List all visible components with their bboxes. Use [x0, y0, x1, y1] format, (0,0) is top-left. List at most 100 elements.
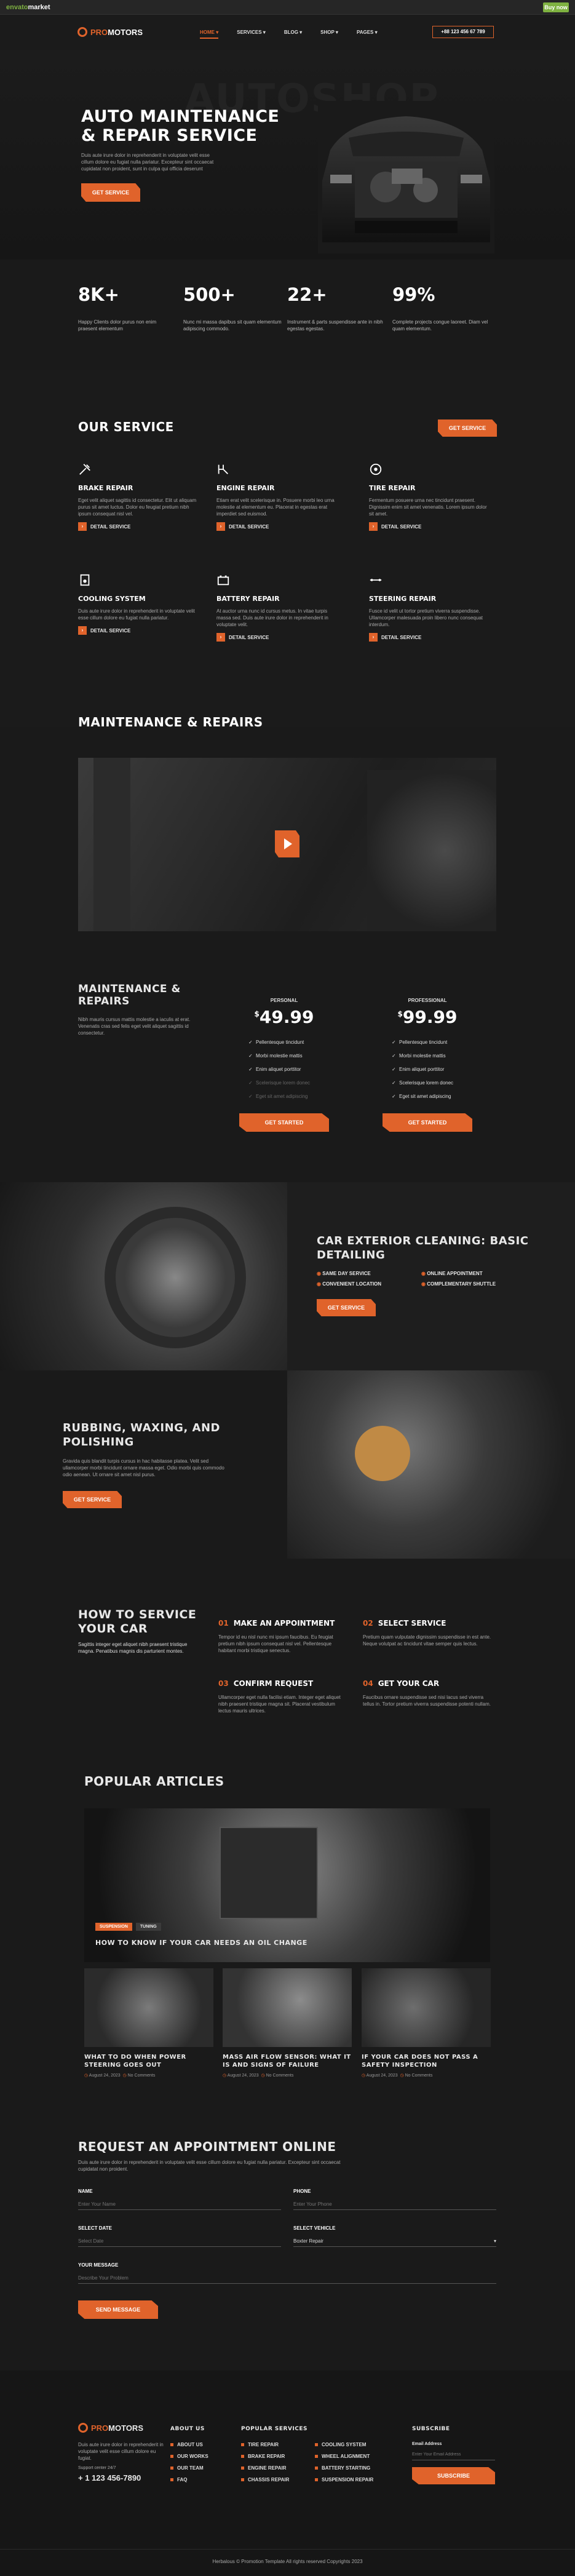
detail-service-link[interactable]: › DETAIL SERVICE: [78, 522, 201, 531]
footer-link[interactable]: SUSPENSION REPAIR: [315, 2477, 373, 2483]
logo-text-a: PRO: [90, 27, 108, 37]
date-input[interactable]: [78, 2236, 281, 2247]
service-title: TIRE REPAIR: [369, 484, 416, 492]
footer-link[interactable]: BRAKE REPAIR: [241, 2454, 289, 2459]
polisher-pad-shape: [355, 1426, 410, 1481]
feature-label: Morbi molestie mattis: [399, 1053, 446, 1059]
stat-text: Instrument & parts suspendisse ante in n…: [287, 319, 383, 332]
footer-link[interactable]: WHEEL ALIGNMENT: [315, 2454, 373, 2459]
detail-service-label: DETAIL SERVICE: [381, 634, 422, 640]
check-icon: ✓: [392, 1094, 396, 1099]
exterior-list-item: ◉ ONLINE APPOINTMENT: [421, 1271, 526, 1276]
stat-text: Nunc mi massa dapibus sit quam elementum…: [183, 319, 282, 332]
stat-item: 99% Complete projects congue laoreet. Dia…: [392, 284, 491, 332]
personal-get-started-button[interactable]: GET STARTED: [239, 1113, 329, 1132]
appointment-text: Duis aute irure dolor in reprehenderit i…: [78, 2160, 341, 2172]
exterior-get-service-button[interactable]: GET SERVICE: [317, 1299, 376, 1316]
arrow-icon: ›: [369, 633, 378, 642]
logo-ring-icon: [77, 27, 87, 37]
footer-link[interactable]: TIRE REPAIR: [241, 2442, 289, 2447]
send-message-button[interactable]: SEND MESSAGE: [78, 2300, 158, 2319]
service-card: BATTERY REPAIR At auctor urna nunc id cu…: [216, 573, 339, 642]
tag-badge[interactable]: SUSPENSION: [95, 1923, 132, 1931]
detail-service-link[interactable]: › DETAIL SERVICE: [78, 626, 201, 635]
phone-button[interactable]: +88 123 456 67 789: [432, 26, 494, 38]
tag-badge[interactable]: TUNING: [135, 1923, 161, 1931]
rubbing-get-service-button[interactable]: GET SERVICE: [63, 1491, 122, 1508]
article-title[interactable]: WHAT TO DO WHEN POWER STEERING GOES OUT: [84, 2053, 213, 2069]
video-thumbnail[interactable]: [78, 758, 496, 931]
footer-logo[interactable]: PRO MOTORS: [78, 2423, 143, 2433]
article-title[interactable]: IF YOUR CAR DOES NOT PASS A SAFETY INSPE…: [362, 2053, 491, 2069]
footer-phone[interactable]: + 1 123 456-7890: [78, 2473, 141, 2483]
exterior-title: CAR EXTERIOR CLEANING: BASIC DETAILING: [317, 1234, 529, 1262]
logo-text-b: MOTORS: [108, 27, 143, 37]
service-title: ENGINE REPAIR: [216, 484, 275, 492]
footer-link[interactable]: OUR TEAM: [170, 2465, 208, 2471]
article-image[interactable]: [223, 1968, 352, 2047]
hero-car-image: [318, 101, 494, 253]
footer-link[interactable]: ENGINE REPAIR: [241, 2465, 289, 2471]
rubbing-section: RUBBING, WAXING, AND POLISHING Gravida q…: [0, 1370, 575, 1559]
appointment-title: REQUEST AN APPOINTMENT ONLINE: [78, 2139, 336, 2154]
article-image[interactable]: [362, 1968, 491, 2047]
exterior-section: CAR EXTERIOR CLEANING: BASIC DETAILING ◉…: [0, 1182, 575, 1370]
footer: PRO MOTORS Duis aute irure dolor in repre…: [0, 2371, 575, 2576]
detail-service-link[interactable]: › DETAIL SERVICE: [216, 633, 339, 642]
step-number: 04: [363, 1679, 373, 1688]
detail-service-link[interactable]: › DETAIL SERVICE: [369, 633, 492, 642]
footer-link[interactable]: BATTERY STARTING: [315, 2465, 373, 2471]
services-get-service-button[interactable]: GET SERVICE: [438, 419, 497, 437]
footer-link[interactable]: OUR WORKS: [170, 2454, 208, 2459]
vehicle-value: Boxter Repair: [293, 2238, 323, 2244]
footer-link[interactable]: ABOUT US: [170, 2442, 208, 2447]
subscribe-email-input[interactable]: [412, 2449, 495, 2460]
article-title[interactable]: MASS AIR FLOW SENSOR: WHAT IT IS AND SIG…: [223, 2053, 352, 2069]
arrow-icon: ›: [216, 633, 225, 642]
detail-service-label: DETAIL SERVICE: [229, 634, 269, 640]
footer-link[interactable]: CHASSIS REPAIR: [241, 2477, 289, 2483]
nav-item-blog[interactable]: BLOG ▾: [284, 30, 302, 35]
nav-item-home[interactable]: HOME ▾: [200, 30, 219, 39]
nav-item-pages[interactable]: PAGES ▾: [357, 30, 378, 35]
hero-get-service-button[interactable]: GET SERVICE: [81, 183, 140, 202]
site-logo[interactable]: PRO MOTORS: [77, 27, 143, 37]
tire-icon: [370, 463, 382, 475]
phone-input[interactable]: [293, 2199, 496, 2210]
featured-article-title[interactable]: HOW TO KNOW IF YOUR CAR NEEDS AN OIL CHA…: [95, 1939, 307, 1947]
subscribe-button[interactable]: SUBSCRIBE: [412, 2467, 495, 2484]
detail-service-link[interactable]: › DETAIL SERVICE: [216, 522, 339, 531]
featured-article-card[interactable]: SUSPENSION TUNING HOW TO KNOW IF YOUR CA…: [84, 1808, 490, 1962]
vehicle-select[interactable]: Boxter Repair ▾: [293, 2236, 496, 2247]
plan-feature: ✓ Eget sit amet adipiscing: [392, 1090, 477, 1103]
comment-icon: ◷: [400, 2073, 405, 2078]
footer-services-links-b: COOLING SYSTEM WHEEL ALIGNMENT BATTERY S…: [315, 2442, 373, 2489]
name-label: NAME: [78, 2188, 93, 2194]
footer-link[interactable]: COOLING SYSTEM: [315, 2442, 373, 2447]
feature-label: Scelerisque lorem donec: [256, 1080, 311, 1086]
footer-link[interactable]: FAQ: [170, 2477, 208, 2483]
article-image[interactable]: [84, 1968, 213, 2047]
service-title: COOLING SYSTEM: [78, 595, 146, 603]
message-input[interactable]: [78, 2273, 496, 2284]
footer-services-title: POPULAR SERVICES: [241, 2426, 308, 2432]
stat-item: 22+ Instrument & parts suspendisse ante i…: [287, 284, 386, 332]
plan-feature: ✓ Enim aliquet porttitor: [392, 1063, 477, 1076]
detail-service-link[interactable]: › DETAIL SERVICE: [369, 522, 492, 531]
nav-item-shop[interactable]: SHOP ▾: [320, 30, 338, 35]
buy-now-button[interactable]: Buy now: [543, 2, 569, 12]
play-button[interactable]: [275, 830, 299, 857]
stat-number: 500+: [183, 284, 236, 305]
stat-text: Happy Clients dolor purus non enim praes…: [78, 319, 157, 332]
plan-features: ✓ Pellentesque tincidunt ✓ Morbi molestie …: [248, 1036, 333, 1103]
professional-get-started-button[interactable]: GET STARTED: [383, 1113, 472, 1132]
footer-subscribe-title: SUBSCRIBE: [412, 2426, 450, 2432]
service-text: At auctor urna nunc id cursus metus. In …: [216, 608, 328, 627]
name-input[interactable]: [78, 2199, 281, 2210]
article-date: August 24, 2023: [89, 2073, 121, 2078]
service-card: ENGINE REPAIR Etiam erat velit scelerisq…: [216, 463, 339, 531]
nav-item-services[interactable]: SERVICES ▾: [237, 30, 266, 35]
exterior-list-item: ◉ CONVENIENT LOCATION: [317, 1281, 421, 1287]
envato-logo[interactable]: envatomarket: [6, 4, 50, 11]
plan-feature: ✓ Pellentesque tincidunt: [392, 1036, 477, 1049]
